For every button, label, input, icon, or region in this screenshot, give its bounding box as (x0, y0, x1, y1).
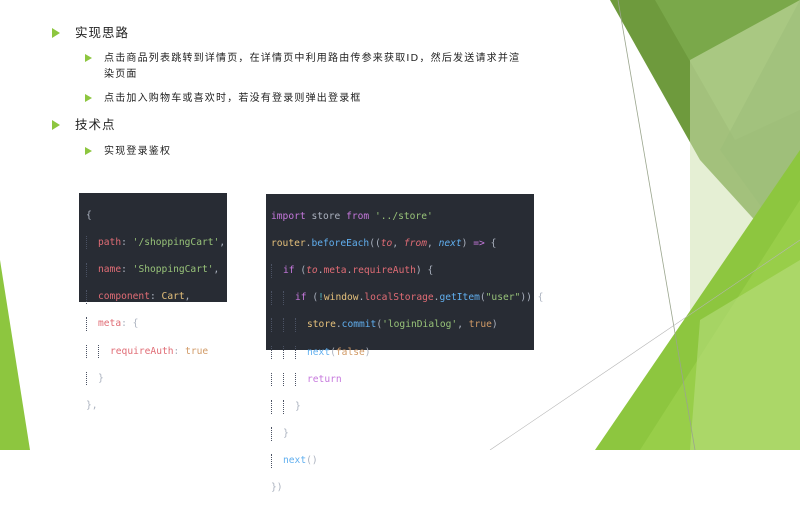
triangle-bullet-icon (52, 28, 60, 38)
sub-bullet-detail: 点击商品列表跳转到详情页，在详情页中利用路由传参来获取ID，然后发送请求并渲 染… (85, 51, 595, 83)
bullet-title: 技术点 (75, 117, 116, 132)
sub-bullet-line: 染页面 (104, 69, 138, 80)
triangle-bullet-icon (85, 147, 92, 155)
bullet-tech: 技术点 (52, 117, 116, 133)
code-block-guard: import store from '../store' router.befo… (266, 194, 543, 493)
sub-bullet-text: 点击加入购物车或喜欢时，若没有登录则弹出登录框 (104, 93, 362, 104)
sub-bullet-auth: 实现登录鉴权 (85, 144, 171, 160)
sub-bullet-line: 点击商品列表跳转到详情页，在详情页中利用路由传参来获取ID，然后发送请求并渲 (104, 53, 521, 64)
bullet-implementation: 实现思路 (52, 25, 129, 41)
sub-bullet-text: 实现登录鉴权 (104, 146, 172, 157)
sub-bullet-login: 点击加入购物车或喜欢时，若没有登录则弹出登录框 (85, 91, 362, 107)
bullet-title: 实现思路 (75, 25, 130, 40)
sub-bullet-text: 点击商品列表跳转到详情页，在详情页中利用路由传参来获取ID，然后发送请求并渲 染… (104, 51, 520, 83)
triangle-bullet-icon (52, 120, 60, 130)
left-green-triangle (0, 260, 30, 450)
code-block-route: { path: '/shoppingCart', name: 'Shopping… (79, 193, 227, 411)
triangle-bullet-icon (85, 94, 92, 102)
triangle-bullet-icon (85, 54, 92, 62)
